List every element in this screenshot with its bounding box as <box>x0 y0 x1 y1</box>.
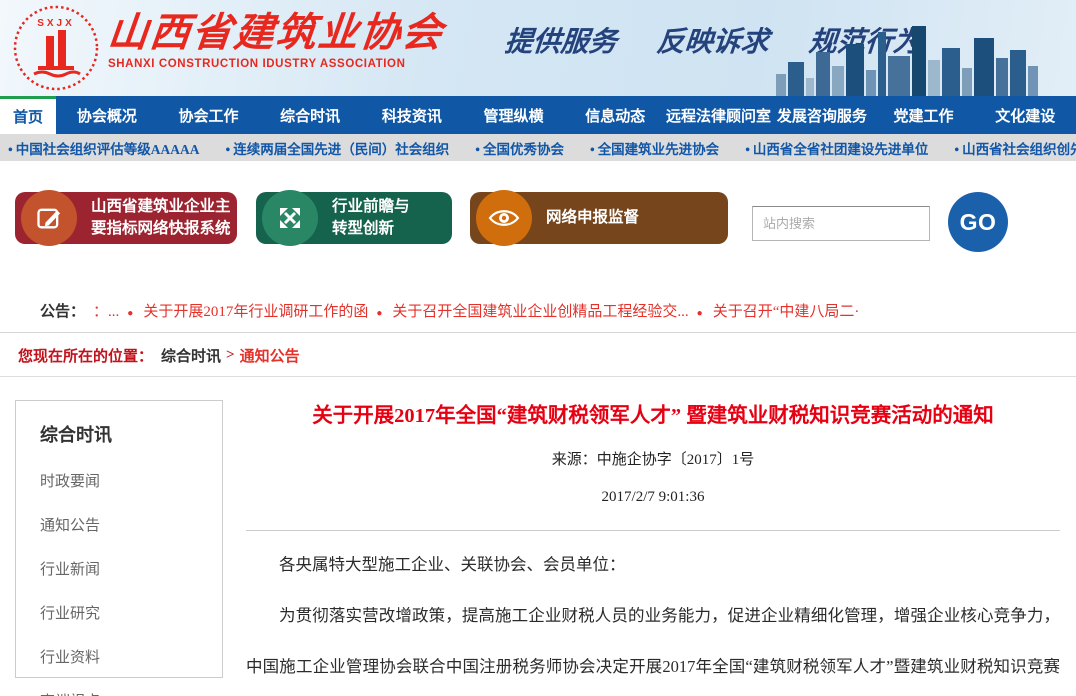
nav-item-association-work[interactable]: 协会工作 <box>158 96 260 134</box>
breadcrumb-prefix: 您现在所在的位置： <box>18 345 153 366</box>
announcement-link[interactable]: ：... <box>93 300 119 321</box>
breadcrumb-current-link[interactable]: 通知公告 <box>240 345 300 366</box>
article-paragraph: 为贯彻落实营改增政策，提高施工企业财税人员的业务能力，促进企业精细化管理，增强企… <box>246 590 1060 696</box>
skyline-building <box>928 60 940 96</box>
announcement-link[interactable]: 关于召开“中建八局二· <box>697 300 860 321</box>
article-title: 关于开展2017年全国“建筑财税领军人才” 暨建筑业财税知识竞赛活动的通知 <box>246 398 1060 428</box>
sidebar-item-industry-data[interactable]: 行业资料 <box>40 646 222 667</box>
nav-item-party-building[interactable]: 党建工作 <box>873 96 975 134</box>
site-title-calligraphy: 山西省建筑业协会 <box>106 10 447 56</box>
nav-item-association-overview[interactable]: 协会概况 <box>56 96 158 134</box>
honor-link[interactable]: 山西省社会组织创先争优活动先进党组织 <box>954 138 1076 158</box>
article-divider <box>246 530 1060 531</box>
article: 关于开展2017年全国“建筑财税领军人才” 暨建筑业财税知识竞赛活动的通知 来源… <box>246 398 1060 696</box>
skyline-building <box>788 62 804 96</box>
announcement-link[interactable]: 关于召开全国建筑业企业创精品工程经验交... <box>376 300 688 321</box>
site-title-english: SHANXI CONSTRUCTION IDUSTRY ASSOCIATION <box>108 58 444 70</box>
nav-item-legal-advisor[interactable]: 远程法律顾问室 <box>666 96 771 134</box>
report-system-button-label: 山西省建筑业企业主 要指标网络快报系统 <box>91 196 231 241</box>
honor-link[interactable]: 中国社会组织评估等级AAAAA <box>8 138 199 158</box>
association-seal-logo: SXJX <box>12 4 100 92</box>
edit-icon <box>21 190 77 246</box>
sidebar-item-industry-news[interactable]: 行业新闻 <box>40 558 222 579</box>
skyline-building <box>912 26 926 96</box>
article-source: 来源：中施企协字〔2017〕1号 <box>246 448 1060 469</box>
skyline-building <box>962 68 972 96</box>
nav-item-home[interactable]: 首页 <box>0 96 56 134</box>
skyline-building <box>974 38 994 96</box>
honor-link[interactable]: 山西省全省社团建设先进单位 <box>745 138 928 158</box>
breadcrumb-section-link[interactable]: 综合时讯 <box>161 345 221 366</box>
page: SXJX 山西省建筑业协会 SHANXI CONSTRUCTION IDUSTR… <box>0 0 1076 696</box>
honor-link[interactable]: 连续两届全国先进（民间）社会组织 <box>225 138 449 158</box>
honor-link[interactable]: 全国优秀协会 <box>475 138 564 158</box>
skyline-building <box>1010 50 1026 96</box>
article-datetime: 2017/2/7 9:01:36 <box>246 489 1060 506</box>
article-paragraph: 各央属特大型施工企业、关联协会、会员单位： <box>246 539 1060 590</box>
slogan-phrase: 反映诉求 <box>655 20 771 60</box>
brand-block: 山西省建筑业协会 SHANXI CONSTRUCTION IDUSTRY ASS… <box>108 10 444 70</box>
breadcrumb-separator: > <box>226 347 235 364</box>
announcement-link[interactable]: 关于开展2017年行业调研工作的函 <box>127 300 368 321</box>
online-report-supervision-label: 网络申报监督 <box>546 207 639 229</box>
skyline-building <box>776 74 786 96</box>
eye-icon <box>476 190 532 246</box>
nav-item-information[interactable]: 信息动态 <box>564 96 666 134</box>
honor-link[interactable]: 全国建筑业先进协会 <box>590 138 719 158</box>
skyline-building <box>888 56 910 96</box>
site-header: SXJX 山西省建筑业协会 SHANXI CONSTRUCTION IDUSTR… <box>0 0 1076 96</box>
expand-arrows-icon <box>262 190 318 246</box>
industry-outlook-button-label: 行业前瞻与 转型创新 <box>332 196 410 241</box>
skyline-building <box>816 52 830 96</box>
skyline-building <box>942 48 960 96</box>
skyline-building <box>996 58 1008 96</box>
article-body: 各央属特大型施工企业、关联协会、会员单位： 为贯彻落实营改增政策，提高施工企业财… <box>246 539 1060 696</box>
main-content: 综合时讯 时政要闻 通知公告 行业新闻 行业研究 行业资料 高端视点 关于开展2… <box>0 378 1076 696</box>
sidebar-item-high-end-views[interactable]: 高端视点 <box>40 690 222 696</box>
sidebar-item-industry-research[interactable]: 行业研究 <box>40 602 222 623</box>
nav-item-tech-info[interactable]: 科技资讯 <box>361 96 463 134</box>
nav-item-consulting-service[interactable]: 发展咨询服务 <box>771 96 873 134</box>
breadcrumb: 您现在所在的位置： 综合时讯 > 通知公告 <box>0 334 1076 377</box>
report-system-button[interactable]: 山西省建筑业企业主 要指标网络快报系统 <box>15 192 237 244</box>
sidebar-item-current-politics[interactable]: 时政要闻 <box>40 470 222 491</box>
sidebar-title: 综合时讯 <box>40 421 222 447</box>
city-skyline-image <box>776 24 1076 96</box>
skyline-building <box>878 32 886 96</box>
svg-text:SXJX: SXJX <box>37 18 75 29</box>
slogan-phrase: 提供服务 <box>503 20 619 60</box>
online-report-supervision-button[interactable]: 网络申报监督 <box>470 192 728 244</box>
honors-strip: 中国社会组织评估等级AAAAA 连续两届全国先进（民间）社会组织 全国优秀协会 … <box>0 134 1076 161</box>
skyline-building <box>1028 66 1038 96</box>
announcement-bar: 公告： ：... 关于开展2017年行业调研工作的函 关于召开全国建筑业企业创精… <box>0 288 1076 333</box>
search-go-button[interactable]: GO <box>948 192 1008 252</box>
skyline-building <box>806 78 814 96</box>
sidebar-item-notices[interactable]: 通知公告 <box>40 514 222 535</box>
sidebar: 综合时讯 时政要闻 通知公告 行业新闻 行业研究 行业资料 高端视点 <box>15 400 223 678</box>
skyline-building <box>846 44 864 96</box>
nav-item-management[interactable]: 管理纵横 <box>463 96 565 134</box>
nav-item-culture[interactable]: 文化建设 <box>974 96 1076 134</box>
site-search-input[interactable] <box>752 206 930 241</box>
nav-item-comprehensive-news[interactable]: 综合时讯 <box>259 96 361 134</box>
quick-link-banner: 山西省建筑业企业主 要指标网络快报系统 行业前瞻与 转型创新 <box>0 186 1076 268</box>
industry-outlook-button[interactable]: 行业前瞻与 转型创新 <box>256 192 452 244</box>
main-navigation: 首页 协会概况 协会工作 综合时讯 科技资讯 管理纵横 信息动态 远程法律顾问室… <box>0 96 1076 134</box>
announcement-label: 公告： <box>40 300 85 321</box>
skyline-building <box>866 70 876 96</box>
skyline-building <box>832 66 844 96</box>
